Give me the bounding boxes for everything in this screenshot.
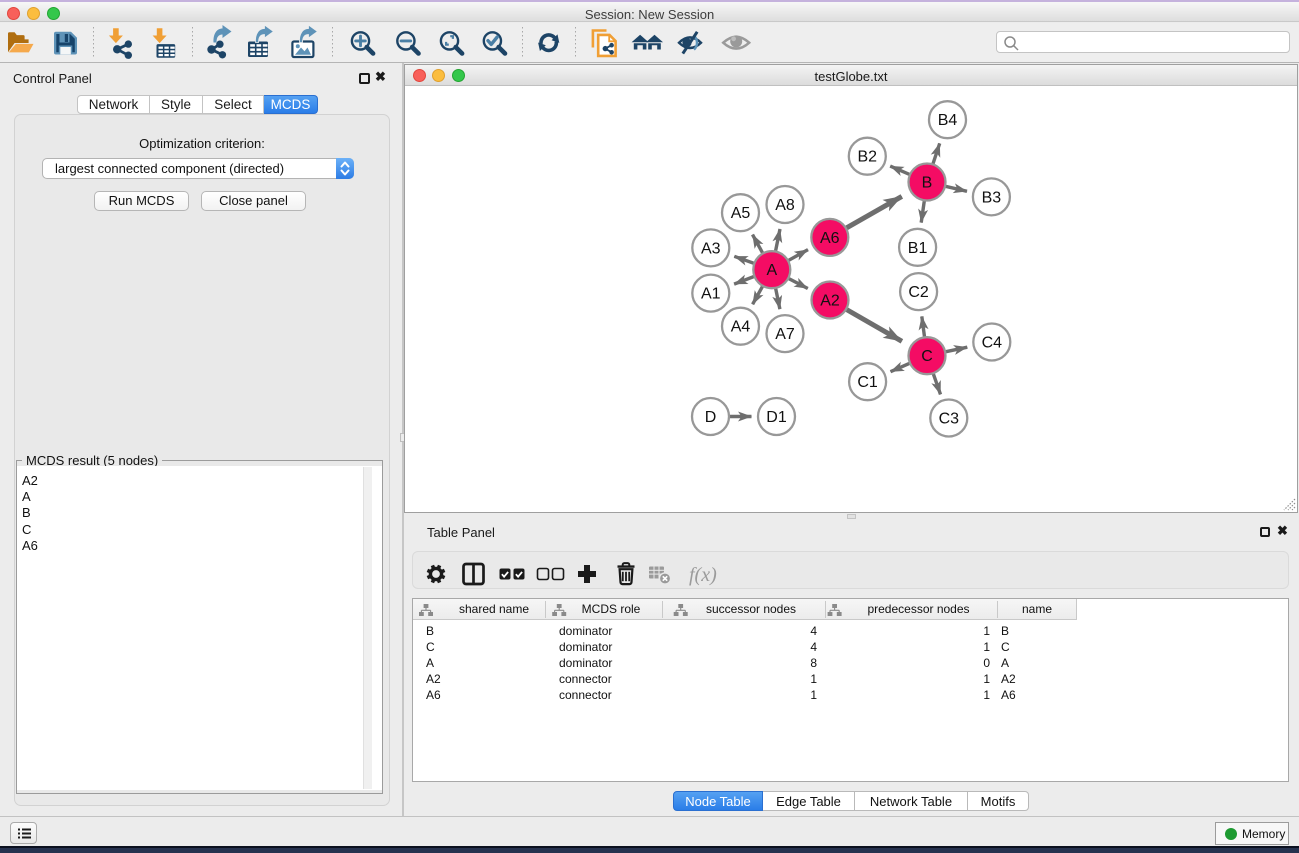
svg-text:f(x): f(x) (689, 564, 717, 586)
svg-text:A7: A7 (775, 326, 795, 343)
svg-text:A5: A5 (731, 205, 751, 222)
svg-text:A2: A2 (820, 293, 840, 310)
svg-text:A6: A6 (820, 230, 840, 247)
svg-text:A8: A8 (775, 197, 795, 214)
svg-text:C1: C1 (857, 374, 878, 391)
svg-text:C3: C3 (939, 411, 960, 428)
svg-text:A: A (766, 262, 777, 279)
svg-text:A1: A1 (701, 286, 721, 303)
svg-text:B2: B2 (858, 149, 878, 166)
svg-text:B1: B1 (908, 240, 928, 257)
svg-text:A4: A4 (731, 319, 751, 336)
svg-text:C4: C4 (982, 335, 1003, 352)
svg-text:A3: A3 (701, 240, 721, 257)
svg-text:C2: C2 (908, 284, 929, 301)
svg-text:D: D (705, 409, 717, 426)
svg-text:B: B (922, 175, 933, 192)
svg-text:B4: B4 (938, 112, 958, 129)
svg-text:D1: D1 (766, 409, 787, 426)
svg-text:C: C (921, 348, 933, 365)
svg-text:B3: B3 (982, 189, 1002, 206)
